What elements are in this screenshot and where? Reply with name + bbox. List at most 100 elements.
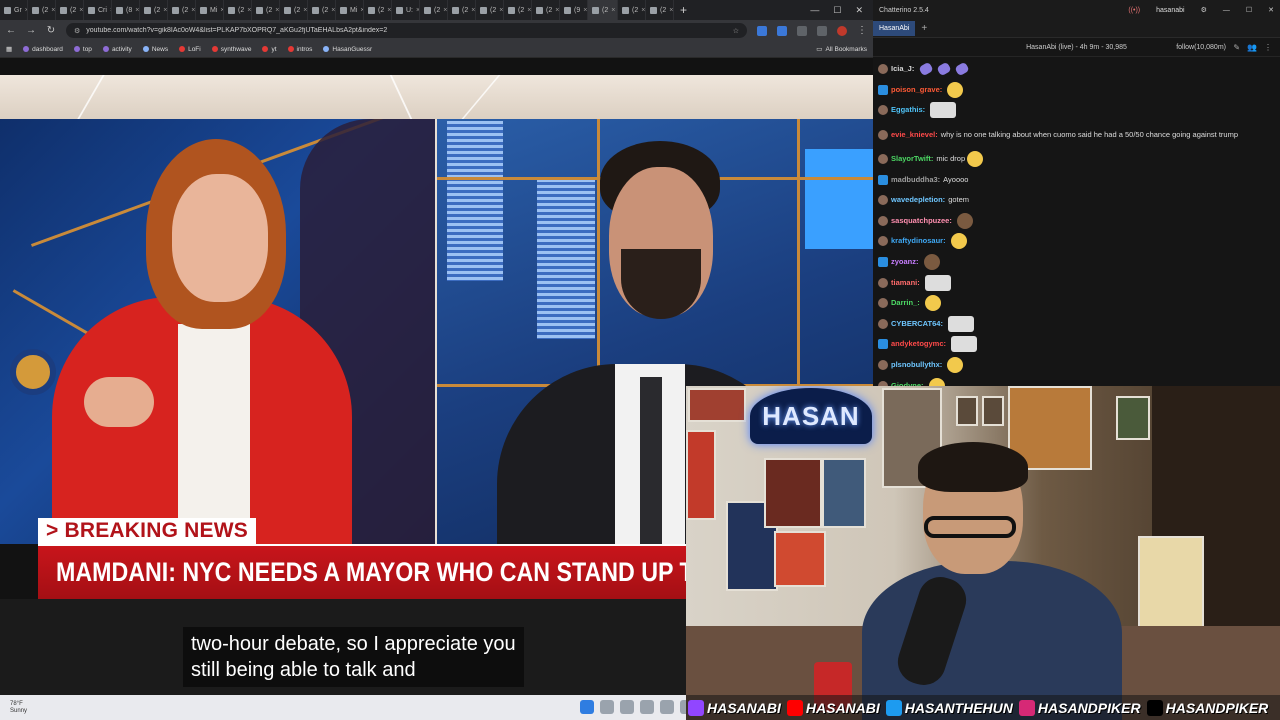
chat-username[interactable]: kraftydinosaur:	[891, 236, 946, 246]
address-url[interactable]: youtube.com/watch?v=gik8IAc0oW4&list=PLK…	[86, 27, 387, 34]
browser-tab[interactable]: (2 ×	[448, 0, 476, 20]
more-icon[interactable]: ⋮	[1264, 43, 1272, 52]
account-username[interactable]: hasanabi	[1156, 7, 1184, 14]
close-icon[interactable]: ✕	[1268, 6, 1274, 14]
browser-tab[interactable]: (9 ×	[560, 0, 588, 20]
add-tab-button[interactable]: +	[921, 23, 927, 34]
emote-icon[interactable]	[951, 336, 978, 353]
bookmark-dashboard[interactable]: dashboard	[23, 46, 63, 53]
browser-tab[interactable]: Cri×	[84, 0, 112, 20]
chat-username[interactable]: madbuddha3:	[891, 175, 940, 185]
tab-close-icon[interactable]: ×	[135, 7, 139, 14]
bookmark-hasanguessr[interactable]: HasanGuessr	[323, 46, 372, 53]
browser-tab[interactable]: (2 ×	[308, 0, 336, 20]
browser-tab[interactable]: Gr×	[0, 0, 28, 20]
extension-icon[interactable]	[777, 25, 787, 36]
emote-icon[interactable]	[954, 61, 971, 77]
browser-tab[interactable]: (2 ×	[646, 0, 674, 20]
emote-icon[interactable]	[947, 357, 964, 374]
bookmark-intros[interactable]: intros	[287, 46, 312, 53]
search-icon[interactable]	[600, 700, 614, 714]
minimize-icon[interactable]: —	[1223, 7, 1230, 14]
emote-icon[interactable]	[930, 102, 957, 119]
emote-icon[interactable]	[924, 274, 951, 291]
tab-close-icon[interactable]: ×	[555, 7, 559, 14]
tab-close-icon[interactable]: ×	[275, 7, 279, 14]
browser-tab[interactable]: (2 ×	[532, 0, 560, 20]
browser-tab[interactable]: (2 ×	[504, 0, 532, 20]
chat-username[interactable]: sasquatchpuzee:	[891, 216, 952, 226]
weather-widget[interactable]: 78°F Sunny	[0, 701, 27, 715]
browser-tab[interactable]: (2 ×	[224, 0, 252, 20]
tab-close-icon[interactable]: ×	[443, 7, 447, 14]
reload-button[interactable]: ↻	[46, 25, 56, 36]
tab-close-icon[interactable]: ×	[669, 7, 673, 14]
browser-tab[interactable]: (2 ×	[252, 0, 280, 20]
tab-close-icon[interactable]: ×	[331, 7, 335, 14]
minimize-icon[interactable]: —	[810, 5, 819, 16]
emote-icon[interactable]	[924, 295, 941, 312]
emote-icon[interactable]	[967, 151, 984, 168]
tab-close-icon[interactable]: ×	[499, 7, 503, 14]
tab-close-icon[interactable]: ×	[303, 7, 307, 14]
tab-close-icon[interactable]: ×	[79, 7, 83, 14]
maximize-icon[interactable]: ☐	[833, 5, 841, 16]
browser-tab[interactable]: (2 ×	[476, 0, 504, 20]
emote-icon[interactable]	[947, 81, 964, 98]
menu-icon[interactable]: ⋮	[857, 25, 867, 36]
site-info-icon[interactable]: ⚙	[74, 27, 80, 35]
file-explorer-icon[interactable]	[620, 700, 634, 714]
bookmark-yt[interactable]: yt	[262, 46, 277, 53]
tab-close-icon[interactable]: ×	[611, 7, 615, 14]
browser-tab[interactable]: (8 ×	[112, 0, 140, 20]
chat-username[interactable]: SlayorTwift:	[891, 154, 933, 164]
profile-avatar[interactable]	[837, 25, 847, 36]
browser-tab[interactable]: (2 ×	[420, 0, 448, 20]
maximize-icon[interactable]: ☐	[1246, 6, 1252, 14]
emote-icon[interactable]	[918, 61, 935, 77]
browser-tab[interactable]: (2 ×	[618, 0, 646, 20]
emote-icon[interactable]	[956, 212, 973, 229]
back-button[interactable]: ←	[6, 25, 16, 36]
chat-username[interactable]: Icia_J:	[891, 64, 914, 74]
start-icon[interactable]	[580, 700, 594, 714]
tab-close-icon[interactable]: ×	[471, 7, 475, 14]
browser-tab[interactable]: (2 ×	[28, 0, 56, 20]
tab-close-icon[interactable]: ×	[641, 7, 645, 14]
tab-close-icon[interactable]: ×	[247, 7, 251, 14]
emote-icon[interactable]	[950, 233, 967, 250]
tab-close-icon[interactable]: ×	[527, 7, 531, 14]
chat-username[interactable]: wavedepletion:	[891, 195, 945, 205]
tab-close-icon[interactable]: ×	[163, 7, 167, 14]
app-icon[interactable]	[640, 700, 654, 714]
bookmark-lofi[interactable]: LoFi	[179, 46, 201, 53]
browser-tab[interactable]: (2 ×	[588, 0, 618, 20]
browser-tab[interactable]: (2 ×	[168, 0, 196, 20]
browser-tab[interactable]: Mi×	[336, 0, 364, 20]
tab-hasanabi[interactable]: HasanAbi	[873, 21, 916, 36]
tab-close-icon[interactable]: ×	[387, 7, 391, 14]
new-tab-button[interactable]: +	[680, 3, 687, 17]
emote-icon[interactable]	[923, 254, 940, 271]
app-icon[interactable]	[660, 700, 674, 714]
chat-username[interactable]: evie_knievel:	[891, 130, 938, 140]
browser-tab[interactable]: Mi×	[196, 0, 224, 20]
tab-close-icon[interactable]: ×	[583, 7, 587, 14]
browser-tab[interactable]: (2 ×	[56, 0, 84, 20]
bookmark-synthwave[interactable]: synthwave	[211, 46, 251, 53]
extension-icon[interactable]	[797, 25, 807, 36]
close-icon[interactable]: ✕	[855, 5, 863, 16]
chat-username[interactable]: plsnobullythx:	[891, 360, 942, 370]
edit-icon[interactable]: ✎	[1233, 43, 1240, 52]
tab-close-icon[interactable]: ×	[191, 7, 195, 14]
chat-username[interactable]: zyoanz:	[891, 257, 919, 267]
chat-username[interactable]: Eggathis:	[891, 105, 925, 115]
chat-username[interactable]: Darrin_:	[891, 298, 920, 308]
bookmark-activity[interactable]: activity	[102, 46, 132, 53]
all-bookmarks-button[interactable]: ▭ All Bookmarks	[816, 45, 867, 54]
browser-tab[interactable]: (2 ×	[280, 0, 308, 20]
browser-tab[interactable]: (2 ×	[140, 0, 168, 20]
bookmark-top[interactable]: top	[73, 46, 92, 53]
chat-username[interactable]: andyketogymc:	[891, 339, 946, 349]
browser-tab[interactable]: U: ×	[392, 0, 420, 20]
